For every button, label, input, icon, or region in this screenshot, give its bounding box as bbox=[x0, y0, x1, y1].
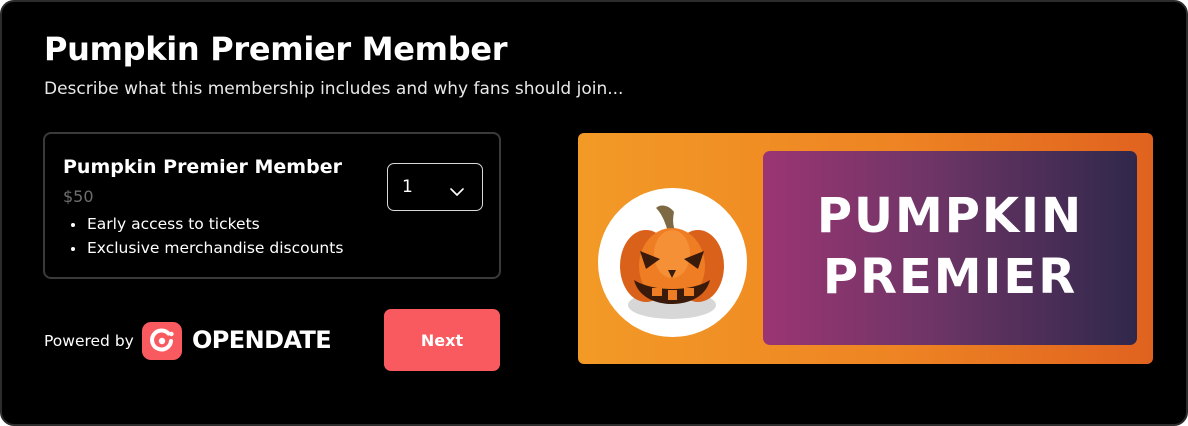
tier-price: $50 bbox=[63, 187, 94, 206]
jack-o-lantern-icon bbox=[598, 188, 747, 337]
membership-title: Pumpkin Premier Member bbox=[44, 30, 508, 68]
perk-list: Early access to tickets Exclusive mercha… bbox=[69, 212, 343, 260]
brand-name: OPENDATE bbox=[192, 326, 332, 354]
quantity-select[interactable]: 1 bbox=[387, 163, 483, 211]
tier-card: Pumpkin Premier Member $50 Early access … bbox=[43, 132, 501, 279]
opendate-logo-icon bbox=[142, 322, 182, 360]
perk-item: Exclusive merchandise discounts bbox=[69, 236, 343, 260]
membership-card: Pumpkin Premier Member Describe what thi… bbox=[0, 0, 1188, 426]
banner-title-line-2: PREMIER bbox=[822, 249, 1078, 305]
banner-title-panel: PUMPKIN PREMIER bbox=[763, 151, 1137, 345]
next-button[interactable]: Next bbox=[384, 309, 500, 371]
membership-banner: PUMPKIN PREMIER bbox=[578, 133, 1153, 364]
quantity-value: 1 bbox=[402, 177, 413, 197]
membership-description: Describe what this membership includes a… bbox=[44, 79, 624, 99]
powered-by-label: Powered by bbox=[44, 332, 134, 350]
banner-title-line-1: PUMPKIN bbox=[816, 188, 1084, 244]
tier-name: Pumpkin Premier Member bbox=[63, 156, 342, 178]
perk-item: Early access to tickets bbox=[69, 212, 343, 236]
chevron-down-icon bbox=[450, 182, 464, 202]
